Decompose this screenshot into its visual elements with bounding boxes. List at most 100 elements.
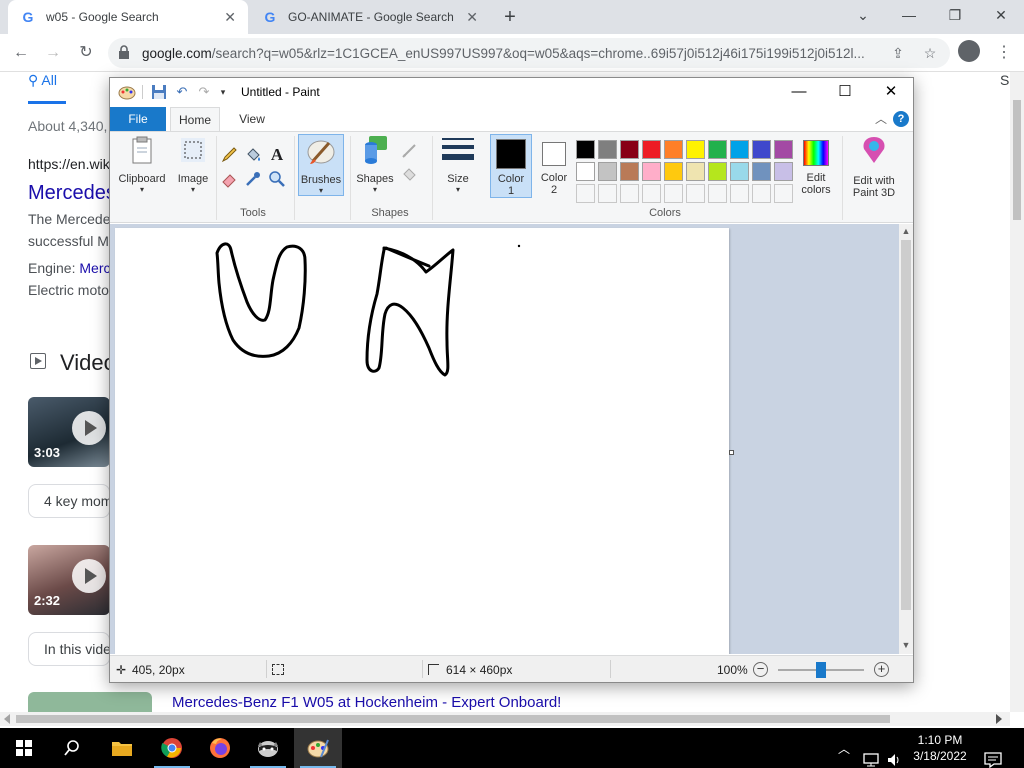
custom-color-slot[interactable] [708,184,727,203]
eraser-icon[interactable] [220,170,238,188]
canvas-vertical-scrollbar[interactable]: ▲ ▼ [899,224,913,654]
zoom-out-button[interactable]: − [753,662,768,677]
scroll-left-icon[interactable] [4,714,10,724]
result-url[interactable]: https://en.wik [28,156,110,172]
tab-view[interactable]: View [228,107,276,131]
taskbar-clock[interactable]: 1:10 PM 3/18/2022 [905,732,975,764]
collapse-ribbon-icon[interactable]: ︿ [875,110,887,127]
outline-icon[interactable] [400,142,418,160]
custom-color-slot[interactable] [642,184,661,203]
palette-color-swatch[interactable] [774,162,793,181]
palette-color-swatch[interactable] [664,162,683,181]
page-horizontal-scrollbar[interactable] [0,712,1010,726]
save-icon[interactable] [150,83,168,101]
close-tab-icon[interactable]: ✕ [224,9,236,26]
video-thumbnail-1[interactable]: 3:03 [28,397,110,467]
palette-color-swatch[interactable] [664,140,683,159]
browser-tab-goanimate[interactable]: G GO-ANIMATE - Google Search ✕ [250,0,490,34]
volume-icon[interactable] [886,740,902,768]
drawing-canvas[interactable] [115,228,729,654]
palette-color-swatch[interactable] [686,162,705,181]
palette-color-swatch[interactable] [730,162,749,181]
palette-color-swatch[interactable] [576,162,595,181]
chrome-taskbar-button[interactable] [148,728,196,768]
palette-color-swatch[interactable] [686,140,705,159]
firefox-taskbar-button[interactable] [196,728,244,768]
size-button[interactable]: Size ▾ [438,134,478,194]
chrome-menu-icon[interactable]: ⋮ [996,42,1012,62]
custom-color-slot[interactable] [686,184,705,203]
scrollbar-thumb[interactable] [1013,100,1021,220]
custom-color-slot[interactable] [576,184,595,203]
customize-toolbar-icon[interactable]: ▾ [214,83,232,101]
redo-icon[interactable]: ↷ [195,83,213,101]
tab-file[interactable]: File [110,107,166,131]
paint-maximize-button[interactable]: ☐ [822,78,868,106]
custom-color-slot[interactable] [730,184,749,203]
custom-color-slot[interactable] [598,184,617,203]
color-picker-icon[interactable] [244,170,262,188]
paint-taskbar-button[interactable] [294,728,342,768]
raccoon-app-taskbar-button[interactable] [244,728,292,768]
palette-color-swatch[interactable] [642,162,661,181]
video-result-title[interactable]: Mercedes-Benz F1 W05 at Hockenheim - Exp… [172,694,561,711]
color2-button[interactable]: Color 2 [534,134,574,196]
fill-icon[interactable] [400,166,418,184]
magnifier-icon[interactable] [268,170,286,188]
brushes-button[interactable]: Brushes ▾ [298,134,344,196]
address-bar[interactable]: google.com/search?q=w05&rlz=1C1GCEA_enUS… [108,38,950,68]
tab-home[interactable]: Home [170,107,220,131]
search-button[interactable] [48,728,96,768]
fill-bucket-icon[interactable] [244,146,262,164]
notifications-icon[interactable] [984,740,1002,768]
custom-color-slot[interactable] [664,184,683,203]
paint-minimize-button[interactable]: — [776,78,822,106]
custom-color-slot[interactable] [752,184,771,203]
custom-color-slot[interactable] [620,184,639,203]
palette-color-swatch[interactable] [730,140,749,159]
tab-search-icon[interactable]: ⌄ [840,0,886,30]
network-icon[interactable] [862,740,880,768]
engine-link[interactable]: Merc [79,260,110,276]
scrollbar-thumb[interactable] [16,715,890,723]
clipboard-button[interactable]: Clipboard ▾ [116,134,168,194]
scroll-up-icon[interactable]: ▲ [899,224,913,238]
forward-button[interactable]: → [40,40,66,66]
file-explorer-button[interactable] [98,728,146,768]
palette-color-swatch[interactable] [708,162,727,181]
color1-button[interactable]: Color 1 [490,134,532,198]
edit-colors-button[interactable]: Edit colors [796,134,836,196]
scrollbar-thumb[interactable] [901,240,911,610]
reload-button[interactable]: ↻ [73,40,99,66]
zoom-in-button[interactable]: + [874,662,889,677]
paint-close-button[interactable]: ✕ [868,78,914,106]
palette-color-swatch[interactable] [708,140,727,159]
shapes-button[interactable]: Shapes ▾ [352,134,398,194]
palette-color-swatch[interactable] [620,162,639,181]
share-icon[interactable]: ⇪ [888,43,908,63]
palette-color-swatch[interactable] [598,140,617,159]
palette-color-swatch[interactable] [576,140,595,159]
scroll-down-icon[interactable]: ▼ [899,638,913,652]
palette-color-swatch[interactable] [774,140,793,159]
page-vertical-scrollbar[interactable] [1010,72,1024,712]
restore-button[interactable]: ❐ [932,0,978,30]
zoom-slider-thumb[interactable] [816,662,826,678]
help-icon[interactable]: ? [893,111,909,127]
start-button[interactable] [0,728,48,768]
key-moments-chip[interactable]: 4 key mom [28,484,110,518]
video-thumbnail-2[interactable]: 2:32 [28,545,110,615]
pencil-icon[interactable] [220,146,238,164]
palette-color-swatch[interactable] [598,162,617,181]
back-button[interactable]: ← [8,40,34,66]
new-tab-button[interactable]: + [498,5,522,29]
close-tab-icon[interactable]: ✕ [466,9,478,26]
video-thumbnail-3[interactable] [28,692,152,712]
palette-color-swatch[interactable] [620,140,639,159]
minimize-button[interactable]: — [886,0,932,30]
result-title[interactable]: Mercedes [28,182,116,205]
palette-color-swatch[interactable] [642,140,661,159]
scroll-right-icon[interactable] [996,714,1002,724]
tray-overflow-icon[interactable]: ︿ [838,740,850,768]
text-tool-icon[interactable]: A [268,146,286,164]
